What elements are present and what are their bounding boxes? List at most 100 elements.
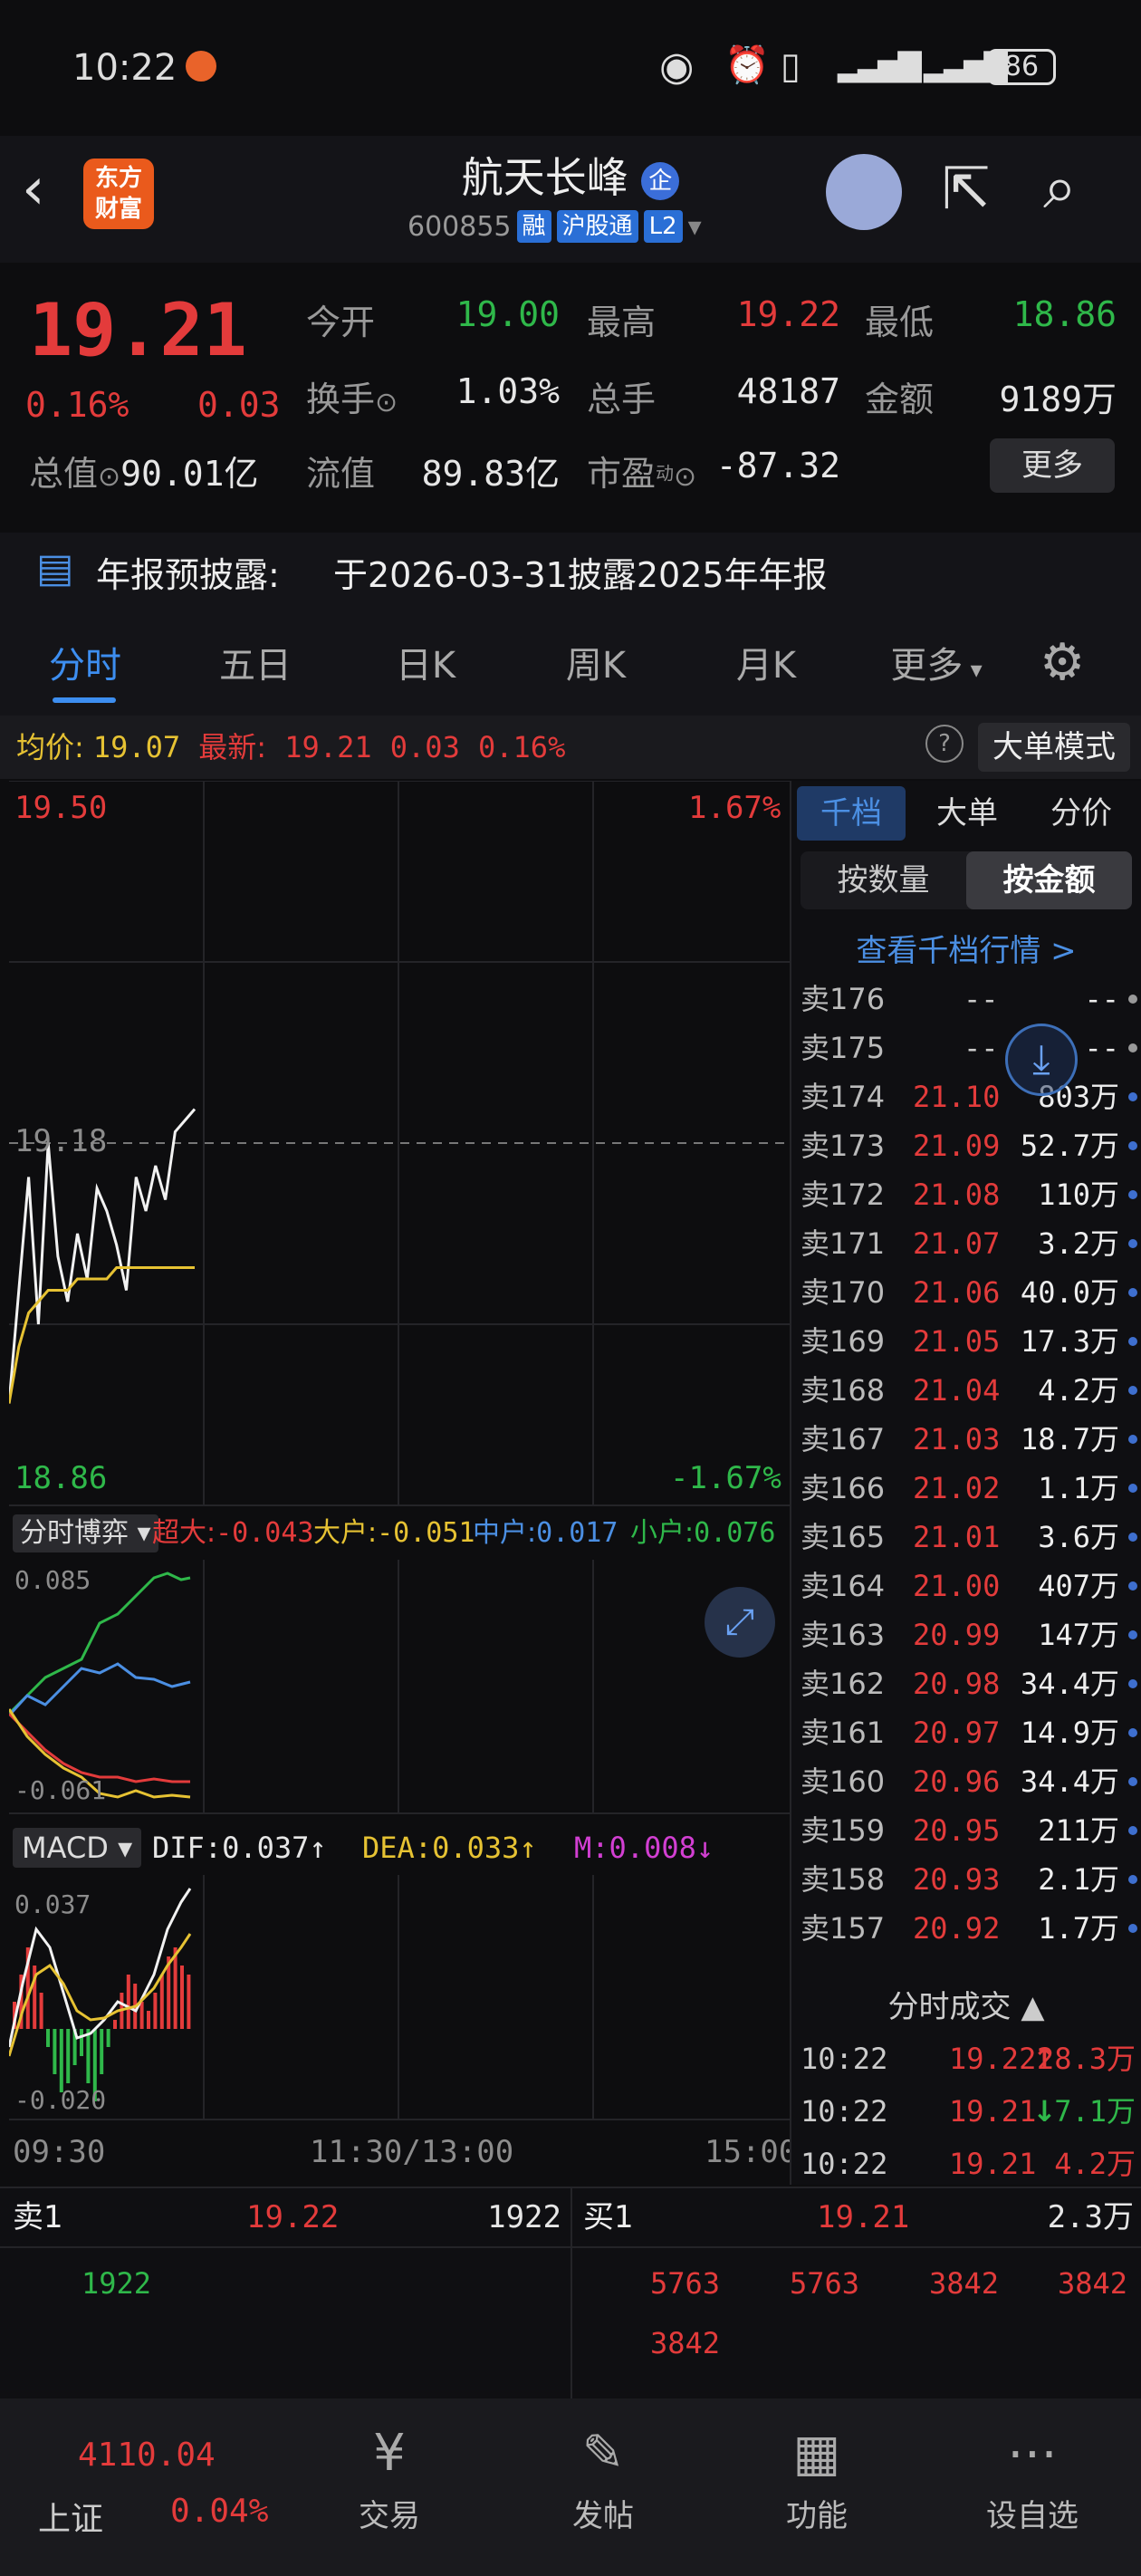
trade-price: 19.21 — [949, 2147, 1037, 2181]
share-icon[interactable]: ⇱ — [942, 156, 991, 223]
latest-pct: 0.16% — [478, 730, 566, 764]
download-icon[interactable]: ⤓ — [1005, 1024, 1078, 1096]
nav-add-watchlist[interactable]: ⋯ 设自选 — [942, 2417, 1123, 2535]
order-book-row: 卖164 21.00 407万 — [801, 1562, 1137, 1610]
status-bar: 10:22 ◉ ⏰ ▯ ▂▃▅▇ ▂▃▅▇ 86 — [0, 0, 1141, 136]
nav-trade[interactable]: ¥ 交易 — [299, 2417, 480, 2535]
tab-more[interactable]: 更多 ▾ — [851, 636, 1021, 688]
level-dot-icon — [1128, 1924, 1137, 1933]
macd-bar — [106, 2029, 110, 2047]
notice-label: 年报预披露: — [96, 555, 280, 595]
tab-price-dist[interactable]: 分价 — [1027, 786, 1136, 841]
tab-depth[interactable]: 千档 — [797, 786, 906, 841]
fund-flow-header: 分时博弈 ▾ 超大:-0.043 大户:-0.051 中户:0.017 小户:0… — [0, 1511, 791, 1556]
level-price: 21.04 — [913, 1373, 1001, 1408]
level1-panel: 卖1 19.22 1922 买1 19.21 2.3万 1922 5763 57… — [0, 2187, 1141, 2400]
subtab-by-amount[interactable]: 按金额 — [966, 851, 1132, 909]
trade-price: 19.21 — [949, 2094, 1037, 2129]
macd-header: MACD ▾ DIF:0.037↑ DEA:0.033↑ M:0.008↓ — [0, 1824, 791, 1871]
subtab-by-quantity[interactable]: 按数量 — [801, 851, 966, 909]
level-amount: 1.1万 — [1038, 1471, 1119, 1505]
price-info-bar: 均价: 19.07 最新: 19.21 0.03 0.16% — [0, 716, 1141, 779]
trades-title[interactable]: 分时成交 ▲ — [791, 1982, 1141, 2026]
tag-l2: L2 — [643, 210, 683, 243]
sell1-volume: 1922 — [487, 2199, 561, 2235]
level-label: 卖167 — [801, 1422, 886, 1456]
macd-bar — [147, 2011, 150, 2029]
expand-icon[interactable]: ⤢ — [705, 1587, 775, 1658]
buy-order-chip: 5763 — [650, 2266, 721, 2301]
level-amount: 110万 — [1038, 1177, 1119, 1212]
level-amount: 1.7万 — [1038, 1911, 1119, 1946]
tag-margin: 融 — [516, 210, 551, 243]
sell-orders-list: 卖176 -- -- 卖175 -- -- 卖174 21.10 803万 卖173 21.09 52… — [791, 975, 1141, 1953]
macd-bar — [153, 1993, 158, 2029]
level-label: 卖164 — [801, 1569, 886, 1603]
trade-price: 19.22 — [949, 2042, 1037, 2076]
big-order-mode-button[interactable]: 大单模式 — [978, 723, 1130, 772]
macd-selector[interactable]: MACD ▾ — [13, 1828, 142, 1868]
level-price: -- — [964, 982, 999, 1016]
level-price: 20.95 — [913, 1813, 1001, 1848]
level-price: 21.00 — [913, 1569, 1001, 1603]
sell1-label: 卖1 — [13, 2199, 63, 2235]
trade-time: 10:22 — [801, 2042, 888, 2076]
macd-bar — [59, 2029, 63, 2092]
index-ticker[interactable]: 4110.04 上证 0.04% — [27, 2427, 281, 2545]
macd-bar — [39, 1993, 43, 2029]
macd-ytop: 0.037 — [14, 1889, 91, 1919]
order-book-row: 卖158 20.93 2.1万 — [801, 1855, 1137, 1904]
book-divider — [790, 781, 791, 2185]
chart-price-bottom: 18.86 — [14, 1460, 108, 1496]
level-label: 卖157 — [801, 1911, 886, 1946]
field-volume: 总手 48187 — [587, 371, 840, 419]
tag-connect: 沪股通 — [556, 210, 638, 243]
chart-pct-bottom: -1.67% — [670, 1460, 781, 1496]
more-dots-icon: ⋯ — [1007, 2424, 1058, 2483]
level-amount: 3.6万 — [1038, 1520, 1119, 1554]
view-depth-link[interactable]: 查看千档行情 > — [791, 926, 1141, 970]
tab-month-k[interactable]: 月K — [681, 636, 851, 688]
stock-code: 600855 — [408, 210, 512, 243]
more-quote-button[interactable]: 更多 — [990, 438, 1115, 493]
buy-order-chip: 3842 — [1058, 2266, 1128, 2301]
level-dot-icon — [1128, 1239, 1137, 1248]
level-dot-icon — [1128, 1630, 1137, 1639]
level-dot-icon — [1128, 1288, 1137, 1297]
help-icon[interactable]: ? — [925, 725, 964, 763]
order-book-row: 卖163 20.99 147万 — [801, 1610, 1137, 1659]
settings-icon[interactable]: ⚙ — [1040, 633, 1085, 692]
order-book-row: 卖167 21.03 18.7万 — [801, 1415, 1137, 1464]
chevron-down-icon[interactable]: ▾ — [688, 211, 702, 243]
book-tabs: 千档 大单 分价 — [797, 786, 1136, 841]
tab-week-k[interactable]: 周K — [511, 636, 681, 688]
time-end: 15:00 — [705, 2134, 798, 2170]
fund-flow-selector[interactable]: 分时博弈 ▾ — [13, 1514, 158, 1552]
order-book-row: 卖166 21.02 1.1万 — [801, 1464, 1137, 1513]
level-dot-icon — [1128, 1386, 1137, 1395]
level-price: 21.09 — [913, 1129, 1001, 1163]
field-total-cap: 总值⊙90.01亿 — [29, 454, 259, 494]
trade-row: 10:22 19.22 ↑ 28.3万 — [801, 2033, 1136, 2085]
level-label: 卖176 — [801, 982, 886, 1016]
chart-ref-price: 19.18 — [14, 1123, 108, 1159]
tab-intraday[interactable]: 分时 — [0, 636, 170, 688]
trade-amount: 4.2万 — [1054, 2147, 1136, 2181]
robot-assistant-icon[interactable] — [826, 154, 902, 230]
field-high: 最高 19.22 — [587, 294, 840, 342]
tab-day-k[interactable]: 日K — [340, 636, 511, 688]
macd-bar — [100, 2029, 104, 2074]
level-amount: 34.4万 — [1020, 1667, 1119, 1701]
tab-big-order[interactable]: 大单 — [913, 786, 1021, 841]
nav-post[interactable]: ✎ 发帖 — [513, 2417, 694, 2535]
field-turnover: 换手⊙ 1.03% — [306, 371, 560, 419]
level-dot-icon — [1128, 1679, 1137, 1688]
intraday-chart[interactable] — [9, 781, 790, 1513]
macd-bar — [46, 2029, 50, 2047]
tab-5day[interactable]: 五日 — [170, 636, 340, 688]
level-amount: 17.3万 — [1020, 1324, 1119, 1359]
trade-amount: 7.1万 — [1054, 2094, 1136, 2129]
flow-ybottom: -0.061 — [14, 1775, 107, 1805]
search-icon[interactable]: ⌕ — [1043, 152, 1077, 224]
nav-functions[interactable]: ▦ 功能 — [726, 2417, 907, 2535]
